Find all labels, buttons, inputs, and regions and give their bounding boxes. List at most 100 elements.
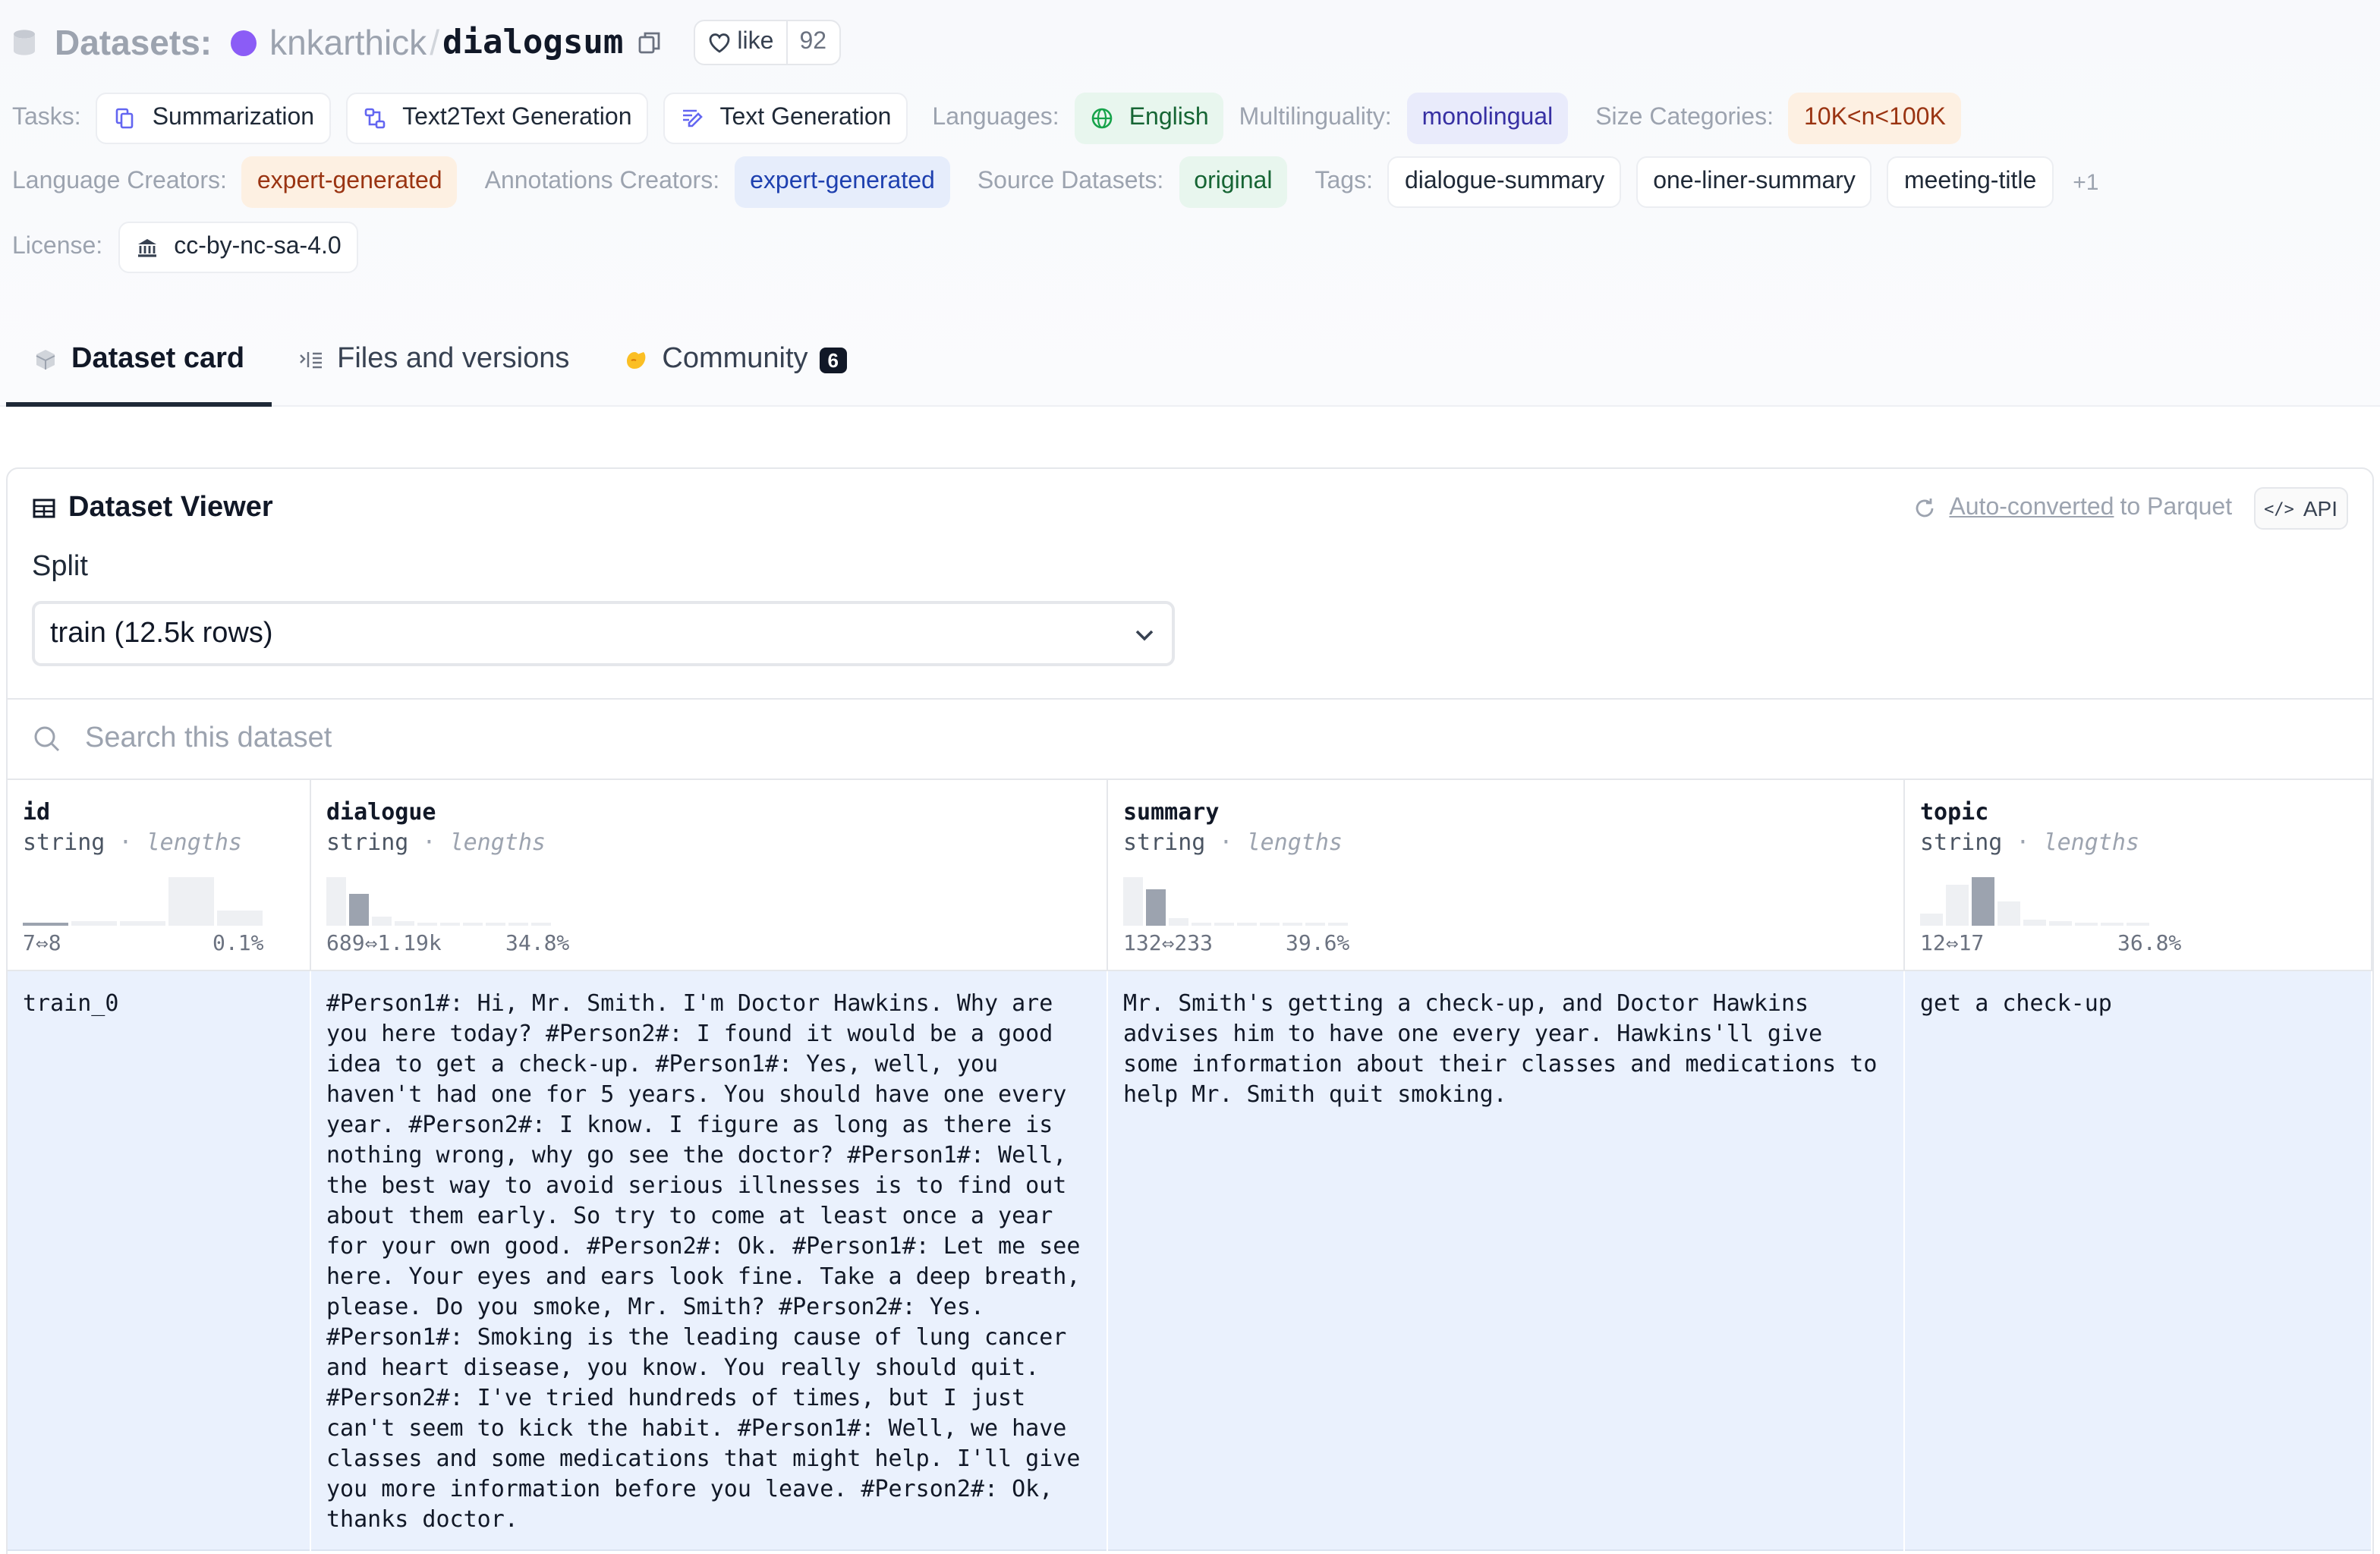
tab-community[interactable]: Community 6 [597, 328, 874, 392]
column-header[interactable]: topic string · lengths 12⇔17 36.8% [1905, 780, 2371, 971]
table-cell-summary[interactable]: Mr. Smith's getting a check-up, and Doct… [1108, 971, 1903, 1551]
tab-dataset-card[interactable]: Dataset card [6, 328, 272, 407]
more-tags-button[interactable]: +1 [2073, 169, 2098, 195]
column-header[interactable]: id string · lengths 7⇔8 0.1% [8, 780, 310, 971]
histogram-bar[interactable] [120, 921, 165, 926]
column-histogram[interactable] [1123, 871, 1351, 926]
histogram-bar[interactable] [1123, 877, 1143, 926]
column-stat-kind: lengths [449, 829, 546, 856]
table-cell-id[interactable]: train_0 [8, 971, 310, 1551]
language-chip[interactable]: English [1074, 93, 1224, 144]
annotations-creators-chip[interactable]: expert-generated [735, 156, 950, 208]
histogram-bar[interactable] [71, 921, 117, 926]
language-creators-chip[interactable]: expert-generated [241, 156, 458, 208]
table-cell-dialogue[interactable]: #Person1#: Hi, Mr. Smith. I'm Doctor Haw… [311, 971, 1107, 1551]
tab-label: Dataset card [71, 342, 245, 374]
table-cell-topic[interactable]: get a check-up [1905, 971, 2371, 1551]
tags-row-1: Tasks: Summarization Text2Text Generatio… [12, 93, 1976, 144]
histogram-bar[interactable] [1192, 923, 1211, 926]
column-histogram[interactable] [1920, 871, 2152, 926]
histogram-bar[interactable] [2023, 920, 2046, 926]
split-select[interactable]: train (12.5k rows) [32, 601, 1175, 666]
column-stat-kind: lengths [1246, 829, 1343, 856]
column-header[interactable]: dialogue string · lengths 689⇔1.19k 34.8% [311, 780, 1107, 971]
histogram-bar[interactable] [417, 923, 437, 926]
split-value: train (12.5k rows) [50, 617, 273, 649]
histogram-bar[interactable] [372, 917, 392, 926]
column-header[interactable]: summary string · lengths 132⇔233 39.6% [1108, 780, 1903, 971]
histogram-bar[interactable] [1946, 885, 1969, 926]
bank-icon [137, 239, 156, 257]
task-chip-text-generation[interactable]: Text Generation [663, 93, 908, 144]
text2text-icon [364, 108, 386, 129]
like-count[interactable]: 92 [785, 21, 839, 64]
histogram-bar[interactable] [2127, 923, 2149, 926]
histogram-bar[interactable] [1305, 923, 1325, 926]
license-label: License: [12, 234, 103, 260]
histogram-bar[interactable] [1169, 918, 1188, 926]
column-percent: 36.8% [2117, 932, 2182, 956]
histogram-bar[interactable] [23, 923, 68, 926]
tag-chip[interactable]: meeting-title [1887, 156, 2054, 208]
histogram-bar[interactable] [2075, 923, 2098, 926]
column-histogram[interactable] [326, 871, 554, 926]
histogram-bar[interactable] [326, 877, 346, 926]
histogram-bar[interactable] [1920, 914, 1943, 926]
license-chip[interactable]: cc-by-nc-sa-4.0 [118, 222, 358, 273]
api-button[interactable]: </> API [2253, 487, 2348, 530]
datasets-label[interactable]: Datasets: [55, 22, 212, 63]
histogram-bar[interactable] [1237, 923, 1257, 926]
text-generation-icon [683, 109, 704, 127]
histogram-bar[interactable] [2101, 923, 2123, 926]
size-chip[interactable]: 10K<n<100K [1788, 93, 1961, 144]
tags-row-3: License: cc-by-nc-sa-4.0 [12, 222, 373, 273]
copy-icon[interactable] [637, 30, 661, 55]
tag-chip[interactable]: dialogue-summary [1387, 156, 1622, 208]
column-type: string · lengths [326, 829, 546, 856]
cube-icon [36, 349, 55, 369]
tag-chip[interactable]: one-liner-summary [1636, 156, 1872, 208]
auto-converted-link[interactable]: Auto-converted [1949, 495, 2114, 522]
histogram-bar[interactable] [1283, 923, 1302, 926]
histogram-bar[interactable] [395, 921, 414, 926]
repo-name[interactable]: dialogsum [442, 24, 623, 61]
column-percent: 39.6% [1286, 932, 1350, 956]
histogram-bar[interactable] [531, 923, 551, 926]
histogram-bar[interactable] [1260, 923, 1280, 926]
task-chip-summarization[interactable]: Summarization [96, 93, 332, 144]
histogram-bar[interactable] [2049, 921, 2072, 926]
task-label: Text Generation [719, 105, 892, 131]
owner-avatar[interactable] [230, 30, 257, 55]
histogram-bar[interactable] [1328, 923, 1348, 926]
histogram-bar[interactable] [168, 877, 214, 926]
search-input[interactable] [85, 722, 1299, 756]
viewer-title: Dataset Viewer [32, 492, 273, 525]
community-icon [627, 352, 646, 369]
repo-header: Datasets: knkarthick / dialogsum like 92… [0, 0, 2380, 407]
histogram-bar[interactable] [1972, 877, 1994, 926]
task-chip-text2text[interactable]: Text2Text Generation [346, 93, 649, 144]
histogram-bar[interactable] [463, 923, 483, 926]
owner-link[interactable]: knkarthick [269, 22, 427, 63]
histogram-bar[interactable] [1998, 901, 2020, 926]
histogram-bar[interactable] [508, 923, 528, 926]
column-type: string · lengths [23, 829, 242, 856]
histogram-bar[interactable] [1214, 923, 1234, 926]
multilinguality-chip[interactable]: monolingual [1406, 93, 1569, 144]
column-histogram[interactable] [23, 871, 266, 926]
column-name: dialogue [326, 798, 436, 826]
histogram-bar[interactable] [1146, 889, 1166, 926]
column-name: summary [1123, 798, 1220, 826]
like-button[interactable]: like 92 [693, 20, 841, 65]
histogram-bar[interactable] [217, 911, 263, 926]
column-topic: topic string · lengths 12⇔17 36.8% get a che… [1905, 780, 2372, 1551]
source-datasets-chip[interactable]: original [1179, 156, 1288, 208]
tab-files-and-versions[interactable]: Files and versions [272, 328, 597, 392]
viewer-title-text: Dataset Viewer [68, 492, 273, 524]
histogram-bar[interactable] [349, 894, 369, 926]
column-range: 132⇔233 [1123, 932, 1214, 956]
histogram-bar[interactable] [486, 923, 505, 926]
column-type: string · lengths [1123, 829, 1343, 856]
api-label: API [2303, 496, 2338, 521]
histogram-bar[interactable] [440, 923, 460, 926]
